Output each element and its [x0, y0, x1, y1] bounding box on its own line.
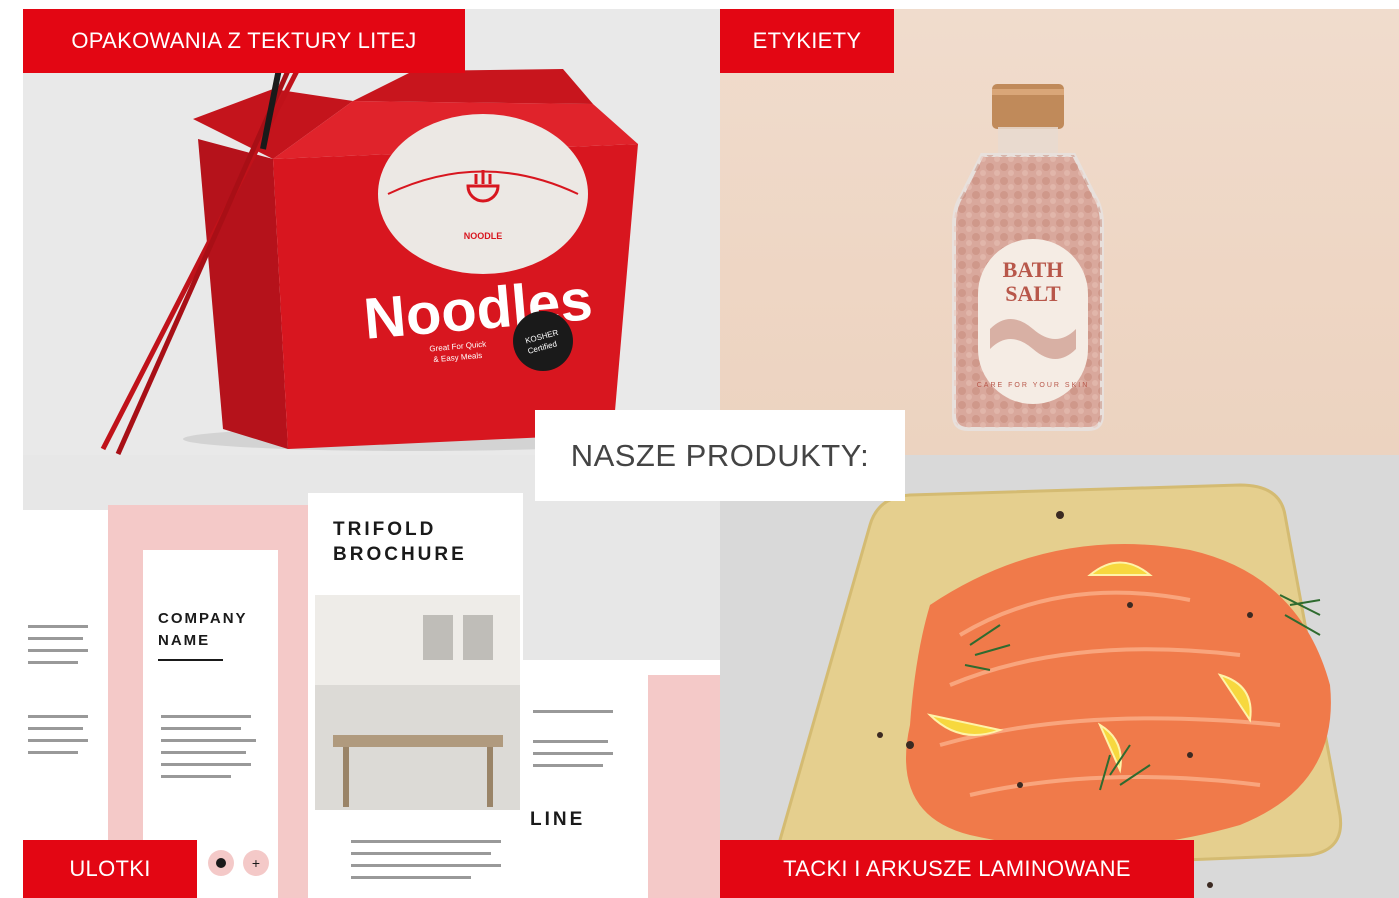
label-labels[interactable]: ETYKIETY [720, 9, 894, 73]
label-cardboard-packaging[interactable]: OPAKOWANIA Z TEKTURY LITEJ [23, 9, 465, 73]
bottle-label-arc-text: CARE FOR YOUR SKIN [977, 382, 1090, 389]
brochure-company-2: NAME [158, 632, 210, 649]
label-leaflets[interactable]: ULOTKI [23, 840, 197, 898]
product-tile-cardboard-packaging[interactable]: NOODLE Noodles Great For Quick & Easy Me… [23, 9, 720, 455]
brochure-company-1: COMPANY [158, 610, 248, 627]
bath-salt-bottle-image: BATH SALT CARE FOR YOUR SKIN [952, 84, 1104, 431]
product-tile-laminated-trays[interactable]: TACKI I ARKUSZE LAMINOWANE [720, 455, 1399, 898]
bottle-label-line-1: BATH [1003, 257, 1064, 282]
svg-text:+: + [252, 855, 260, 871]
bottle-label-line-2: SALT [1005, 281, 1061, 306]
brochure-heading-1: TRIFOLD [333, 519, 436, 540]
label-laminated-trays[interactable]: TACKI I ARKUSZE LAMINOWANE [720, 840, 1194, 898]
product-tile-labels[interactable]: BATH SALT CARE FOR YOUR SKIN ETYKIETY [720, 9, 1399, 455]
brochure-heading-2: BROCHURE [333, 544, 467, 565]
noodle-box-image: NOODLE Noodles Great For Quick & Easy Me… [100, 48, 643, 455]
laminated-tray-image [777, 483, 1343, 888]
product-tile-leaflets[interactable]: COMPANY NAME TRIFOLD BROCHURE LINE + ULO… [23, 455, 720, 898]
brochure-side-word: LINE [530, 809, 585, 830]
section-title: NASZE PRODUKTY: [535, 410, 905, 501]
noodle-brand: NOODLE [464, 231, 503, 241]
trifold-brochure-image: COMPANY NAME TRIFOLD BROCHURE LINE + [23, 493, 720, 898]
